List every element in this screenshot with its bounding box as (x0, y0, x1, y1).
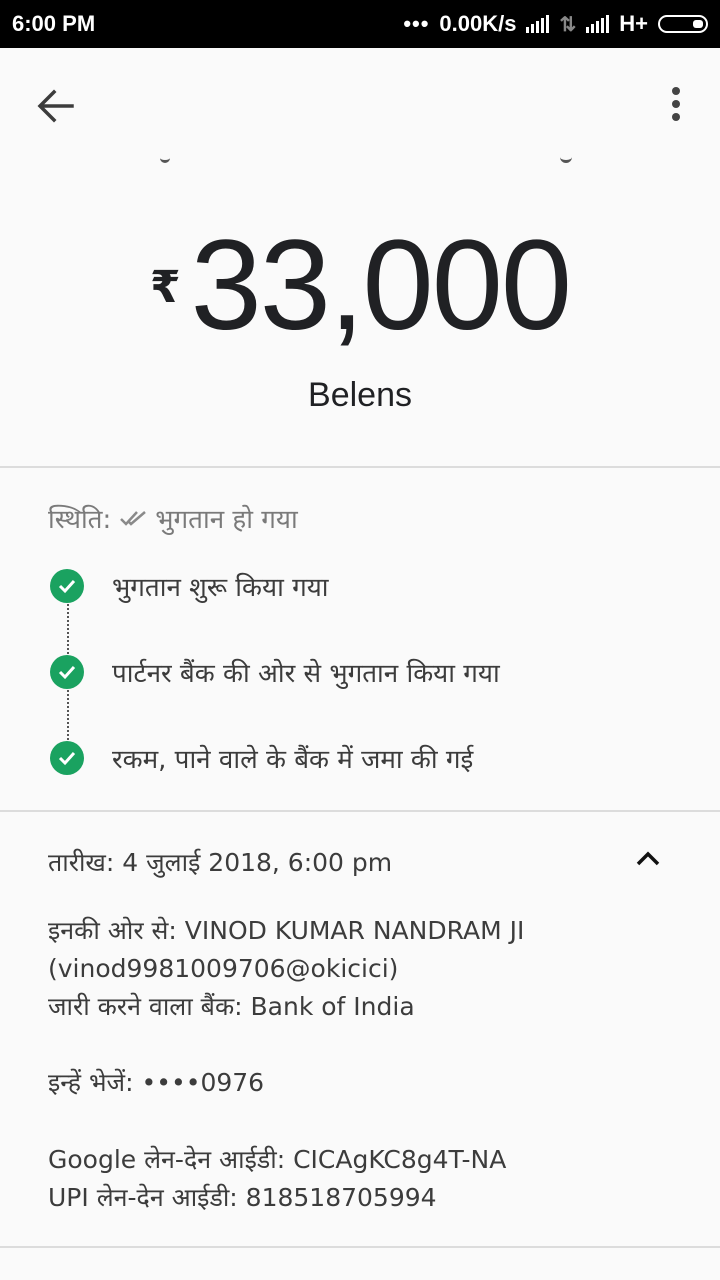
check-circle-icon (50, 569, 84, 603)
issuing-bank: जारी करने वाला बैंक: Bank of India (48, 992, 415, 1021)
more-vert-icon (672, 87, 680, 121)
google-transaction-id: Google लेन-देन आईडी: CICAgKC8g4T-NA (48, 1145, 507, 1174)
scrolled-text-fragment (0, 150, 720, 166)
amount-value: 33,000 (190, 214, 572, 357)
timeline-step-text: रकम, पाने वाले के बैंक में जमा की गई (112, 745, 474, 775)
divider-bottom (0, 1246, 720, 1248)
recipient-account: इन्हें भेजें: ••••0976 (48, 1068, 265, 1097)
notification-dots-icon: ••• (403, 11, 430, 36)
sender-vpa: (vinod9981009706@okicici) (48, 954, 399, 983)
amount-display: ₹33,000 (0, 222, 720, 350)
check-circle-icon (50, 655, 84, 689)
signal-icon (526, 15, 550, 33)
amount-caption: Belens (308, 376, 412, 414)
timeline-step: पार्टनर बैंक की ओर से भुगतान किया गया (50, 654, 500, 690)
collapse-details-button[interactable] (630, 844, 666, 874)
battery-icon (658, 15, 708, 33)
status-summary: स्थिति: भुगतान हो गया (48, 500, 298, 536)
status-icons: ••• 0.00K/s ⇅ H+ (403, 11, 708, 37)
network-type: H+ (619, 11, 648, 36)
chevron-up-icon (636, 851, 660, 866)
check-circle-icon (50, 741, 84, 775)
timeline-step-text: पार्टनर बैंक की ओर से भुगतान किया गया (112, 659, 500, 689)
currency-symbol: ₹ (149, 263, 181, 312)
timeline-connector (67, 690, 69, 740)
arrow-left-icon (37, 89, 74, 123)
timeline-step-text: भुगतान शुरू किया गया (112, 573, 329, 603)
timeline-connector (67, 604, 69, 654)
app-bar (0, 48, 720, 158)
double-check-icon (120, 511, 147, 526)
status-time: 6:00 PM (12, 11, 96, 36)
status-value: भुगतान हो गया (155, 505, 298, 535)
sender-name: इनकी ओर से: VINOD KUMAR NANDRAM JI (48, 916, 525, 945)
timeline-step: रकम, पाने वाले के बैंक में जमा की गई (50, 740, 473, 776)
network-speed: 0.00K/s (439, 11, 517, 36)
status-bar: 6:00 PM ••• 0.00K/s ⇅ H+ (0, 0, 720, 48)
upi-transaction-id: UPI लेन-देन आईडी: 818518705994 (48, 1183, 437, 1212)
timeline-step: भुगतान शुरू किया गया (50, 568, 329, 604)
more-options-button[interactable] (656, 84, 696, 128)
back-button[interactable] (34, 84, 78, 128)
divider-top (0, 466, 720, 468)
signal-icon-2 (586, 15, 610, 33)
status-label: स्थिति: (48, 505, 112, 535)
data-arrows-icon: ⇅ (559, 13, 577, 36)
transaction-date: तारीख: 4 जुलाई 2018, 6:00 pm (48, 848, 393, 877)
divider-middle (0, 810, 720, 812)
